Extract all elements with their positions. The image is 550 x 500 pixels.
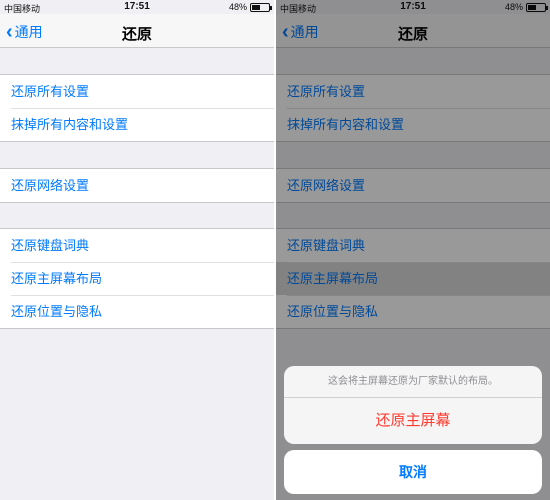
page-title: 还原 bbox=[121, 26, 152, 43]
settings-group-1: 还原所有设置 抹掉所有内容和设置 bbox=[0, 74, 274, 142]
battery-icon bbox=[250, 2, 272, 12]
reset-keyboard-dictionary[interactable]: 还原键盘词典 bbox=[0, 229, 274, 262]
reset-network-settings[interactable]: 还原网络设置 bbox=[0, 169, 274, 202]
action-sheet: 这会将主屏幕还原为厂家默认的布局。 还原主屏幕 bbox=[284, 366, 542, 444]
status-bar: 中国移动 17:51 48% bbox=[0, 0, 274, 14]
settings-group-2: 还原网络设置 bbox=[0, 168, 274, 203]
action-sheet-message: 这会将主屏幕还原为厂家默认的布局。 bbox=[284, 366, 542, 398]
settings-group-3: 还原键盘词典 还原主屏幕布局 还原位置与隐私 bbox=[0, 228, 274, 329]
navigation-bar: ‹ 通用 还原 bbox=[0, 14, 274, 48]
cancel-button[interactable]: 取消 bbox=[284, 450, 542, 494]
left-screen: 中国移动 17:51 48% ‹ 通用 还原 还原所有设置 抹掉所有内容和设置 … bbox=[0, 0, 274, 500]
battery-percent: 48% bbox=[228, 2, 247, 12]
right-screen: 中国移动 17:51 48% ‹ 通用 还原 还原所有设置 抹掉所有内容和设置 … bbox=[276, 0, 550, 500]
erase-all-content-and-settings[interactable]: 抹掉所有内容和设置 bbox=[0, 108, 274, 141]
reset-home-screen-layout[interactable]: 还原主屏幕布局 bbox=[0, 262, 274, 295]
reset-all-settings[interactable]: 还原所有设置 bbox=[0, 75, 274, 108]
reset-location-privacy[interactable]: 还原位置与隐私 bbox=[0, 295, 274, 328]
reset-home-screen-button[interactable]: 还原主屏幕 bbox=[284, 398, 542, 444]
